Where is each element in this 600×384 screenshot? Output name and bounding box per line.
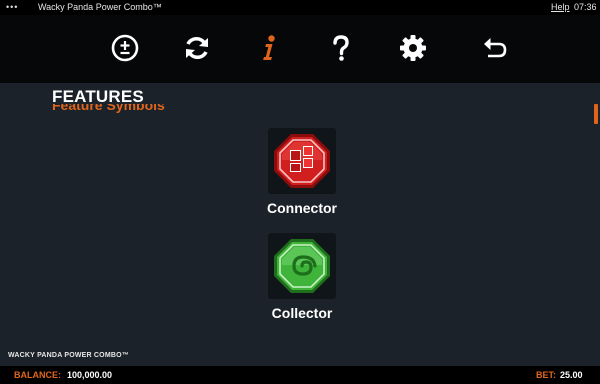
refresh-icon — [186, 37, 208, 59]
collector-symbol-icon — [274, 239, 330, 293]
clock: 07:36 — [574, 2, 597, 12]
back-arrow-icon — [484, 38, 507, 58]
section-title-text: Feature Symbols — [52, 104, 165, 113]
settings-button[interactable] — [398, 33, 428, 63]
collector-label: Collector — [271, 305, 333, 321]
gear-icon — [400, 35, 426, 61]
back-button[interactable] — [480, 33, 510, 63]
scrollbar-thumb[interactable] — [594, 104, 598, 124]
plus-minus-icon — [111, 34, 139, 62]
connector-symbol-icon — [274, 134, 330, 188]
balance-value: 100,000.00 — [67, 370, 113, 380]
connector-label: Connector — [267, 200, 337, 216]
bet-adjust-button[interactable] — [110, 33, 140, 63]
autoplay-button[interactable] — [182, 33, 212, 63]
game-toolbar — [0, 15, 600, 83]
title-bar: ••• Wacky Panda Power Combo™ Help 07:36 — [0, 0, 600, 15]
help-link[interactable]: Help — [551, 0, 570, 15]
help-button[interactable] — [326, 33, 356, 63]
balance-label: BALANCE: — [14, 370, 61, 380]
info-icon — [263, 35, 275, 60]
section-title: Feature Symbols — [52, 104, 165, 113]
collector-symbol — [268, 233, 336, 299]
connector-symbol — [268, 128, 336, 194]
bet-label: BET: — [536, 370, 556, 380]
window-title: Wacky Panda Power Combo™ — [38, 2, 162, 12]
bet-value: 25.00 — [560, 370, 583, 380]
info-button[interactable] — [254, 33, 284, 63]
status-bar: BALANCE: 100,000.00 BET: 25.00 — [0, 366, 600, 384]
menu-dots-icon[interactable]: ••• — [6, 0, 18, 15]
info-content: FEATURES Feature Symbols Connector Colle… — [0, 83, 600, 366]
question-icon — [333, 35, 349, 61]
game-logo: WACKY PANDA POWER COMBO™ — [8, 352, 129, 359]
